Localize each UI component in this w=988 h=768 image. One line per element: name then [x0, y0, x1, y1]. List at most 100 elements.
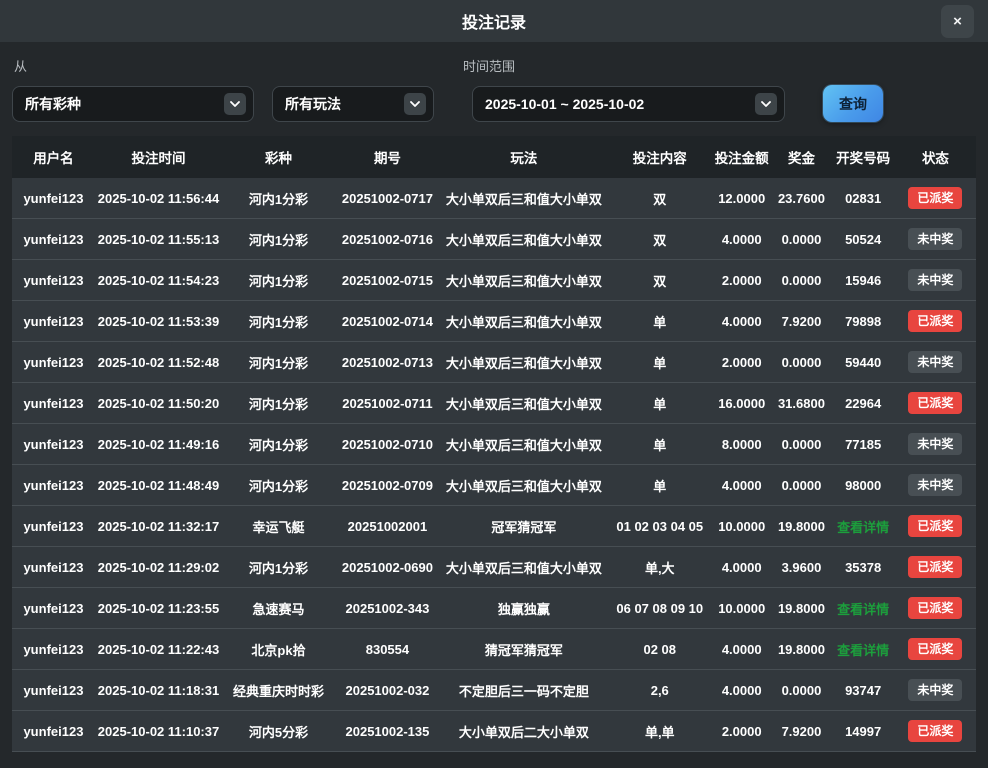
- cell-bet-amount: 4.0000: [712, 683, 772, 698]
- cell-username: yunfei123: [12, 437, 95, 452]
- cell-prize: 7.9200: [772, 724, 832, 739]
- page-title: 投注记录: [462, 9, 526, 33]
- cell-issue-number: 20251002-0711: [335, 396, 440, 411]
- table-row: yunfei123 2025-10-02 11:55:13 河内1分彩 2025…: [12, 219, 976, 260]
- cell-play-type: 独赢独赢: [440, 599, 608, 618]
- column-header: 期号: [335, 147, 440, 167]
- cell-lottery-type: 急速赛马: [222, 599, 335, 618]
- cell-lottery-type: 河内1分彩: [222, 435, 335, 454]
- cell-play-type: 冠军猜冠军: [440, 517, 608, 536]
- cell-bet-time: 2025-10-02 11:23:55: [95, 601, 222, 616]
- status-badge: 未中奖: [908, 433, 962, 455]
- cell-bet-content: 单: [608, 476, 712, 495]
- cell-draw-number: 93747: [831, 683, 895, 698]
- cell-bet-time: 2025-10-02 11:29:02: [95, 560, 222, 575]
- cell-bet-amount: 2.0000: [712, 724, 772, 739]
- cell-bet-time: 2025-10-02 11:54:23: [95, 273, 222, 288]
- query-button[interactable]: 查询: [823, 85, 883, 122]
- cell-play-type: 大小单双后三和值大小单双: [440, 353, 608, 372]
- view-details-link[interactable]: 查看详情: [831, 640, 895, 659]
- cell-issue-number: 20251002-0710: [335, 437, 440, 452]
- cell-play-type: 大小单双后二大小单双: [440, 722, 608, 741]
- cell-bet-amount: 4.0000: [712, 232, 772, 247]
- column-header: 投注时间: [95, 147, 222, 167]
- view-details-link[interactable]: 查看详情: [831, 599, 895, 618]
- column-header: 彩种: [222, 147, 335, 167]
- cell-prize: 31.6800: [772, 396, 832, 411]
- cell-issue-number: 20251002-0713: [335, 355, 440, 370]
- cell-bet-amount: 4.0000: [712, 478, 772, 493]
- cell-lottery-type: 河内1分彩: [222, 271, 335, 290]
- cell-issue-number: 20251002-032: [335, 683, 440, 698]
- cell-username: yunfei123: [12, 478, 95, 493]
- cell-lottery-type: 河内5分彩: [222, 722, 335, 741]
- cell-prize: 19.8000: [772, 519, 832, 534]
- cell-bet-amount: 16.0000: [712, 396, 772, 411]
- cell-prize: 0.0000: [772, 437, 832, 452]
- cell-draw-number: 22964: [831, 396, 895, 411]
- table-row: yunfei123 2025-10-02 11:52:48 河内1分彩 2025…: [12, 342, 976, 383]
- cell-draw-number: 50524: [831, 232, 895, 247]
- cell-bet-time: 2025-10-02 11:53:39: [95, 314, 222, 329]
- table-row: yunfei123 2025-10-02 11:53:39 河内1分彩 2025…: [12, 301, 976, 342]
- view-details-link[interactable]: 查看详情: [831, 517, 895, 536]
- table-row: yunfei123 2025-10-02 11:54:23 河内1分彩 2025…: [12, 260, 976, 301]
- cell-status: 已派奖: [895, 310, 976, 332]
- cell-bet-time: 2025-10-02 11:18:31: [95, 683, 222, 698]
- cell-play-type: 大小单双后三和值大小单双: [440, 271, 608, 290]
- cell-draw-number: 79898: [831, 314, 895, 329]
- cell-bet-time: 2025-10-02 11:56:44: [95, 191, 222, 206]
- cell-draw-number: 15946: [831, 273, 895, 288]
- cell-status: 已派奖: [895, 597, 976, 619]
- cell-username: yunfei123: [12, 560, 95, 575]
- table-row: yunfei123 2025-10-02 11:56:44 河内1分彩 2025…: [12, 178, 976, 219]
- cell-lottery-type: 北京pk拾: [222, 640, 335, 659]
- time-range-select[interactable]: 2025-10-01 ~ 2025-10-02: [472, 86, 785, 122]
- play-type-select[interactable]: 所有玩法: [272, 86, 434, 122]
- cell-bet-amount: 10.0000: [712, 519, 772, 534]
- status-badge: 未中奖: [908, 679, 962, 701]
- cell-bet-content: 02 08: [608, 642, 712, 657]
- cell-bet-content: 单: [608, 394, 712, 413]
- table-row: yunfei123 2025-10-02 11:49:16 河内1分彩 2025…: [12, 424, 976, 465]
- cell-lottery-type: 经典重庆时时彩: [222, 681, 335, 700]
- status-badge: 未中奖: [908, 351, 962, 373]
- cell-prize: 7.9200: [772, 314, 832, 329]
- table-row: yunfei123 2025-10-02 11:29:02 河内1分彩 2025…: [12, 547, 976, 588]
- filter-labels: 从 时间范围: [12, 56, 976, 75]
- bet-records-modal: 投注记录 × 从 时间范围 所有彩种 所有玩法 2025-10-0: [0, 0, 988, 768]
- cell-username: yunfei123: [12, 683, 95, 698]
- cell-draw-number: 02831: [831, 191, 895, 206]
- cell-lottery-type: 河内1分彩: [222, 476, 335, 495]
- close-button[interactable]: ×: [941, 5, 974, 38]
- cell-bet-content: 单,单: [608, 722, 712, 741]
- status-badge: 已派奖: [908, 556, 962, 578]
- modal-header: 投注记录 ×: [0, 0, 988, 42]
- cell-username: yunfei123: [12, 601, 95, 616]
- cell-play-type: 大小单双后三和值大小单双: [440, 435, 608, 454]
- cell-status: 未中奖: [895, 679, 976, 701]
- column-header: 投注内容: [608, 147, 712, 167]
- cell-bet-content: 2,6: [608, 683, 712, 698]
- cell-bet-time: 2025-10-02 11:52:48: [95, 355, 222, 370]
- from-label: 从: [14, 56, 27, 75]
- filter-bar: 从 时间范围 所有彩种 所有玩法 2025-10-01 ~ 2025-10-02: [0, 42, 988, 122]
- table-row: yunfei123 2025-10-02 11:50:20 河内1分彩 2025…: [12, 383, 976, 424]
- cell-draw-number: 35378: [831, 560, 895, 575]
- lottery-type-select-value: 所有彩种: [25, 94, 81, 114]
- status-badge: 未中奖: [908, 474, 962, 496]
- cell-bet-time: 2025-10-02 11:32:17: [95, 519, 222, 534]
- cell-bet-time: 2025-10-02 11:48:49: [95, 478, 222, 493]
- cell-bet-time: 2025-10-02 11:50:20: [95, 396, 222, 411]
- cell-prize: 0.0000: [772, 355, 832, 370]
- cell-username: yunfei123: [12, 232, 95, 247]
- table-row: yunfei123 2025-10-02 11:32:17 幸运飞艇 20251…: [12, 506, 976, 547]
- cell-draw-number: 59440: [831, 355, 895, 370]
- cell-status: 未中奖: [895, 351, 976, 373]
- chevron-down-icon: [224, 93, 246, 115]
- filter-controls: 所有彩种 所有玩法 2025-10-01 ~ 2025-10-02 查询: [12, 85, 976, 122]
- close-icon: ×: [953, 14, 962, 29]
- lottery-type-select[interactable]: 所有彩种: [12, 86, 254, 122]
- cell-prize: 0.0000: [772, 683, 832, 698]
- cell-status: 已派奖: [895, 392, 976, 414]
